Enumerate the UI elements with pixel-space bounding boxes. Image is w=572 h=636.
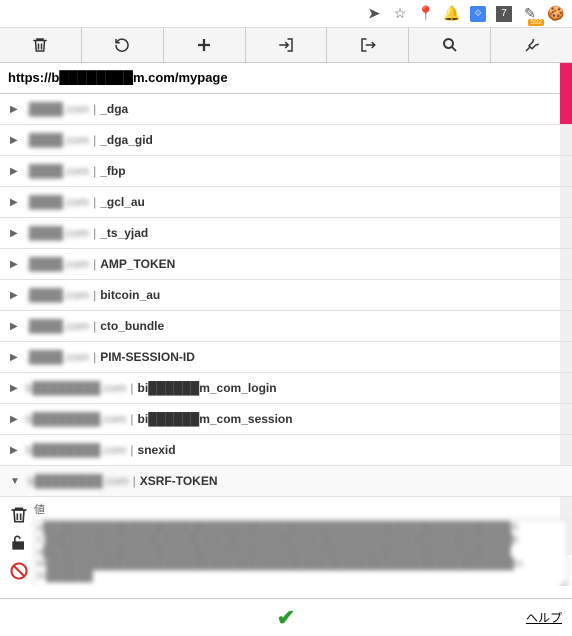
expand-arrow-icon: ▶ <box>10 166 18 177</box>
expand-arrow-icon: ▶ <box>10 135 18 146</box>
cookie-name: bi██████m_com_session <box>138 412 293 426</box>
expand-arrow-icon: ▶ <box>10 290 18 301</box>
cookie-domain: .████.com <box>26 102 89 116</box>
value-label: 値 <box>34 501 568 517</box>
help-link[interactable]: ヘルプ <box>526 609 562 626</box>
separator: | <box>130 412 133 426</box>
confirm-check-icon[interactable]: ✔ <box>277 605 295 631</box>
settings-button[interactable] <box>491 28 572 62</box>
separator: | <box>93 195 96 209</box>
expand-arrow-icon: ▶ <box>10 321 18 332</box>
separator: | <box>130 443 133 457</box>
separator: | <box>130 381 133 395</box>
cookie-domain: .████.com <box>26 319 89 333</box>
cookie-domain: b████████.com <box>26 412 127 426</box>
cookie-row[interactable]: ▶ b████████.com | snexid <box>0 435 572 466</box>
cookie-name: bitcoin_au <box>100 288 160 302</box>
cookie-row[interactable]: ▶ .████.com | cto_bundle <box>0 311 572 342</box>
expand-arrow-icon: ▶ <box>10 414 18 425</box>
cookie-row[interactable]: ▶ .████.com | bitcoin_au <box>0 280 572 311</box>
cookie-name: PIM-SESSION-ID <box>100 350 195 364</box>
cookie-row[interactable]: ▶ .████.com | _dga_gid <box>0 125 572 156</box>
add-button[interactable] <box>164 28 246 62</box>
cookie-name: bi██████m_com_login <box>138 381 277 395</box>
star-icon[interactable]: ☆ <box>392 6 408 22</box>
expand-arrow-icon: ▶ <box>10 445 18 456</box>
separator: | <box>93 257 96 271</box>
expand-arrow-icon: ▶ <box>10 259 18 270</box>
cookie-name: XSRF-TOKEN <box>140 474 218 488</box>
cookie-row[interactable]: ▶ b████████.com | bi██████m_com_session <box>0 404 572 435</box>
cookie-row[interactable]: ▶ .████.com | AMP_TOKEN <box>0 249 572 280</box>
cookie-row[interactable]: ▶ b████████.com | bi██████m_com_login <box>0 373 572 404</box>
unlock-icon[interactable] <box>9 533 29 553</box>
cookie-domain: .████.com <box>26 226 89 240</box>
cookie-domain: .████.com <box>26 257 89 271</box>
footer-bar: ✔ ヘルプ <box>0 598 572 636</box>
cookie-name: AMP_TOKEN <box>100 257 175 271</box>
browser-top-bar: ➤ ☆ 📍 🔔 ⟐ 7 ✎502 🍪 <box>0 0 572 28</box>
cookie-name: _dga <box>100 102 128 116</box>
cookie-row[interactable]: ▶ .████.com | _dga <box>0 94 572 125</box>
export-button[interactable] <box>327 28 409 62</box>
ext-icon-2[interactable]: ⟐ <box>470 6 486 22</box>
url-bar <box>0 63 572 94</box>
expand-arrow-icon: ▶ <box>10 197 18 208</box>
cookie-domain: b████████.com <box>28 474 129 488</box>
separator: | <box>133 474 136 488</box>
separator: | <box>93 164 96 178</box>
block-icon[interactable] <box>9 561 29 581</box>
expand-arrow-icon: ▶ <box>10 383 18 394</box>
cookie-row[interactable]: ▶ .████.com | PIM-SESSION-ID <box>0 342 572 373</box>
cookie-domain: .████.com <box>26 164 89 178</box>
pin-icon[interactable]: 📍 <box>418 6 434 22</box>
cookie-name: _ts_yjad <box>100 226 148 240</box>
cookie-value-textarea[interactable]: e███████████████████████████████████████… <box>34 519 568 586</box>
import-button[interactable] <box>246 28 328 62</box>
cookie-domain: b████████.com <box>26 443 127 457</box>
cookie-name: _dga_gid <box>100 133 153 147</box>
expand-arrow-icon: ▼ <box>10 476 20 487</box>
cookie-domain: .████.com <box>26 350 89 364</box>
cookie-domain: .████.com <box>26 195 89 209</box>
cookie-row[interactable]: ▶ .████.com | _ts_yjad <box>0 218 572 249</box>
cookie-detail-panel: 値 e█████████████████████████████████████… <box>0 497 572 586</box>
separator: | <box>93 288 96 302</box>
cookie-row[interactable]: ▼ b████████.com | XSRF-TOKEN <box>0 466 572 497</box>
cookie-name: cto_bundle <box>100 319 164 333</box>
cookie-domain: .████.com <box>26 288 89 302</box>
cookie-domain: b████████.com <box>26 381 127 395</box>
cookie-icon[interactable]: 🍪 <box>548 6 564 22</box>
expand-arrow-icon: ▶ <box>10 228 18 239</box>
expand-arrow-icon: ▶ <box>10 352 18 363</box>
cookie-row[interactable]: ▶ .████.com | _gcl_au <box>0 187 572 218</box>
delete-cookie-button[interactable] <box>9 505 29 525</box>
search-button[interactable] <box>409 28 491 62</box>
url-input[interactable] <box>8 70 564 85</box>
separator: | <box>93 350 96 364</box>
ext-icon-3[interactable]: 7 <box>496 6 512 22</box>
cookie-name: _gcl_au <box>100 195 145 209</box>
main-toolbar <box>0 28 572 63</box>
cookie-name: snexid <box>138 443 176 457</box>
cookie-name: _fbp <box>100 164 125 178</box>
send-icon[interactable]: ➤ <box>366 6 382 22</box>
delete-all-button[interactable] <box>0 28 82 62</box>
ext-icon-brush[interactable]: ✎502 <box>522 6 538 22</box>
refresh-button[interactable] <box>82 28 164 62</box>
separator: | <box>93 133 96 147</box>
cookie-row[interactable]: ▶ .████.com | _fbp <box>0 156 572 187</box>
expand-arrow-icon: ▶ <box>10 104 18 115</box>
separator: | <box>93 102 96 116</box>
separator: | <box>93 226 96 240</box>
separator: | <box>93 319 96 333</box>
ext-icon-1[interactable]: 🔔 <box>444 6 460 22</box>
cookie-list: ▶ .████.com | _dga▶ .████.com | _dga_gid… <box>0 94 572 586</box>
cookie-domain: .████.com <box>26 133 89 147</box>
